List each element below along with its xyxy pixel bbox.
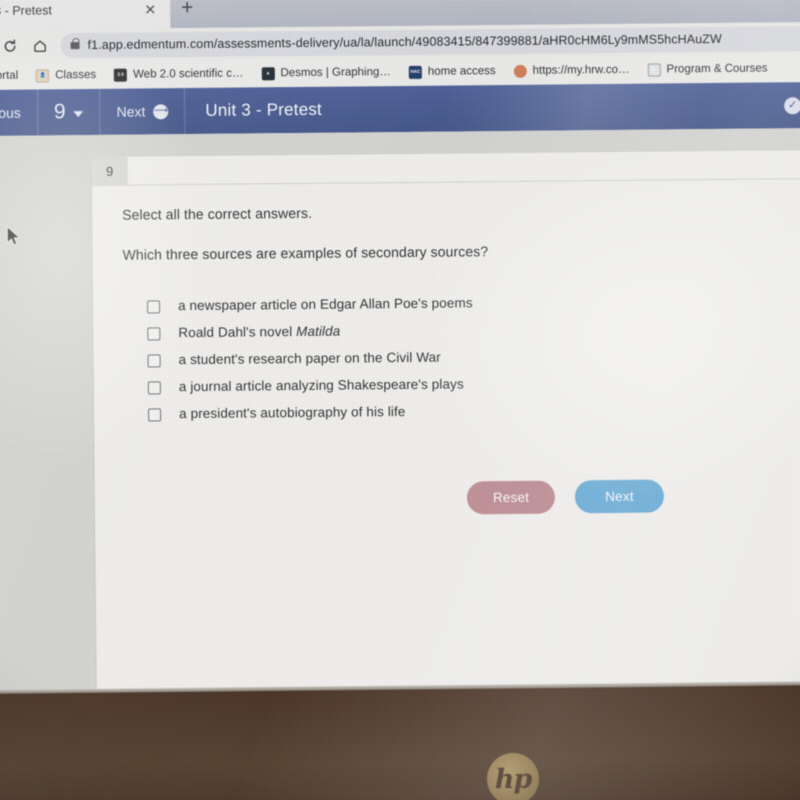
answer-option[interactable]: a president's autobiography of his life bbox=[148, 400, 800, 422]
checkbox-icon[interactable] bbox=[147, 300, 161, 314]
tab-title: 3 - Pretest bbox=[0, 3, 52, 18]
check-circle-icon[interactable]: ✓ bbox=[784, 96, 800, 114]
reset-button[interactable]: Reset bbox=[466, 480, 556, 515]
answer-option[interactable]: a student's research paper on the Civil … bbox=[147, 346, 800, 368]
previous-question-button[interactable]: ious bbox=[0, 89, 39, 136]
bookmark-program-courses[interactable]: 📄 Program & Courses bbox=[638, 62, 776, 77]
bookmark-web2-calculator[interactable]: 2.0 Web 2.0 scientific c… bbox=[105, 67, 252, 82]
answer-option[interactable]: a newspaper article on Edgar Allan Poe's… bbox=[147, 292, 800, 314]
calculator-favicon-icon: 2.0 bbox=[114, 68, 128, 82]
bookmark-label: home access bbox=[427, 65, 496, 78]
answer-option-label: a student's research paper on the Civil … bbox=[178, 349, 441, 368]
browser-window: 3 - Pretest ✕ + f1.app.edmentum.com/asse… bbox=[0, 0, 800, 700]
question-number-dropdown[interactable]: 9 bbox=[37, 88, 101, 136]
photographed-laptop-screen: 3 - Pretest ✕ + f1.app.edmentum.com/asse… bbox=[0, 0, 800, 800]
lock-icon bbox=[70, 41, 80, 49]
bookmark-label: Program & Courses bbox=[666, 62, 768, 76]
previous-label: ious bbox=[0, 104, 21, 121]
question-prompt: Which three sources are examples of seco… bbox=[122, 243, 489, 263]
bookmark-label: https://my.hrw.co… bbox=[532, 63, 630, 77]
assessment-toolbar: ious 9 Next ⟶ Unit 3 - Pretest ✓ bbox=[0, 82, 800, 136]
new-tab-button[interactable]: + bbox=[172, 0, 202, 22]
answer-option[interactable]: a journal article analyzing Shakespeare'… bbox=[147, 373, 800, 395]
desmos-favicon-icon: ▲ bbox=[261, 66, 275, 80]
hrw-favicon-icon bbox=[513, 64, 527, 78]
bookmark-portal[interactable]: ortal bbox=[0, 70, 27, 82]
page-title: Unit 3 - Pretest bbox=[205, 99, 323, 120]
answer-option-label: a newspaper article on Edgar Allan Poe's… bbox=[177, 295, 473, 314]
answer-option-label: Roald Dahl's novel Matilda bbox=[178, 323, 341, 341]
instruction-text: Select all the correct answers. bbox=[122, 204, 313, 223]
answer-option-label: a journal article analyzing Shakespeare'… bbox=[178, 376, 464, 395]
laptop-bezel bbox=[0, 685, 800, 800]
answer-options-list: a newspaper article on Edgar Allan Poe's… bbox=[123, 292, 800, 422]
card-divider bbox=[91, 177, 800, 186]
bookmark-label: Web 2.0 scientific c… bbox=[133, 67, 244, 81]
hac-favicon-icon: HAC bbox=[408, 65, 422, 79]
bookmark-label: ortal bbox=[0, 69, 19, 82]
bookmark-home-access[interactable]: HAC home access bbox=[400, 65, 505, 79]
bookmark-label: Classes bbox=[55, 68, 97, 82]
arrow-right-circle-icon: ⟶ bbox=[153, 103, 169, 119]
question-body: Select all the correct answers. Which th… bbox=[122, 200, 800, 422]
checkbox-icon[interactable] bbox=[147, 327, 161, 341]
browser-tab[interactable]: 3 - Pretest ✕ bbox=[0, 0, 171, 31]
checkbox-icon[interactable] bbox=[147, 354, 161, 368]
action-buttons: Reset Next bbox=[466, 479, 664, 515]
program-favicon-icon: 📄 bbox=[647, 63, 661, 77]
question-card: 9 Select all the correct answers. Which … bbox=[91, 149, 800, 700]
current-question-number: 9 bbox=[53, 100, 66, 124]
assessment-page: 9 Select all the correct answers. Which … bbox=[0, 128, 800, 700]
checkbox-icon[interactable] bbox=[147, 381, 161, 395]
next-button[interactable]: Next bbox=[575, 479, 664, 514]
classes-favicon-icon: 👤 bbox=[36, 68, 50, 83]
answer-option[interactable]: Roald Dahl's novel Matilda bbox=[147, 319, 800, 341]
answer-option-label: a president's autobiography of his life bbox=[179, 403, 406, 422]
checkbox-icon[interactable] bbox=[148, 408, 162, 422]
close-icon[interactable]: ✕ bbox=[140, 1, 160, 17]
url-text: f1.app.edmentum.com/assessments-delivery… bbox=[87, 31, 722, 53]
question-number-badge: 9 bbox=[91, 156, 128, 185]
chevron-down-icon bbox=[73, 110, 84, 117]
bookmark-desmos[interactable]: ▲ Desmos | Graphing… bbox=[252, 66, 399, 80]
address-bar[interactable]: f1.app.edmentum.com/assessments-delivery… bbox=[60, 24, 800, 58]
next-question-button[interactable]: Next ⟶ bbox=[100, 88, 186, 135]
home-icon[interactable] bbox=[24, 32, 54, 58]
bookmark-classes[interactable]: 👤 Classes bbox=[27, 68, 105, 83]
bookmark-label: Desmos | Graphing… bbox=[280, 66, 391, 80]
bookmark-hrw[interactable]: https://my.hrw.co… bbox=[505, 63, 639, 78]
next-label: Next bbox=[116, 103, 146, 120]
reload-icon[interactable] bbox=[0, 33, 25, 59]
hp-logo: hp bbox=[486, 752, 540, 800]
